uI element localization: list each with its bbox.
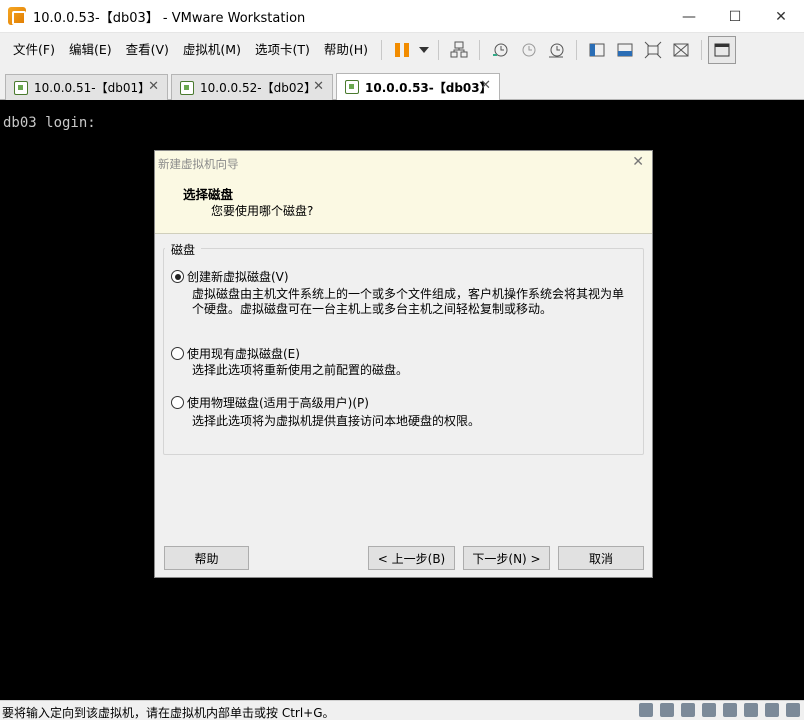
radio-button[interactable] [171,396,184,409]
tab-db02[interactable]: 10.0.0.52-【db02】 ✕ [171,74,333,100]
message-icon[interactable] [786,703,800,717]
dialog-title: 新建虚拟机向导 [158,157,239,171]
fullscreen-icon [644,41,662,58]
power-dropdown[interactable] [416,36,432,64]
full-screen-button[interactable] [639,36,667,64]
show-library-button[interactable] [583,36,611,64]
menu-edit[interactable]: 编辑(E) [62,35,119,65]
toolbar-separator [479,39,481,60]
vm-tab-bar: 10.0.0.51-【db01】 ✕ 10.0.0.52-【db02】 ✕ 10… [0,66,804,100]
vmware-app-icon [8,7,26,25]
menu-toolbar: 文件(F) 编辑(E) 查看(V) 虚拟机(M) 选项卡(T) 帮助(H) [0,33,804,66]
toolbar-separator [381,39,383,60]
snapshot-manager-button[interactable] [542,36,570,64]
vm-icon [180,80,194,95]
close-icon[interactable]: ✕ [480,78,491,93]
menu-view[interactable]: 查看(V) [119,35,176,65]
minimize-button[interactable]: — [666,0,712,33]
description-line: 选择此选项将为虚拟机提供直接访问本地硬盘的权限。 [192,414,481,428]
cd-rom-icon[interactable] [681,703,695,717]
tab-label: 10.0.0.53-【db03】 [365,80,492,95]
radio-use-physical-disk[interactable]: 使用物理磁盘(适用于高级用户)(P) [171,394,369,411]
dialog-subheading: 您要使用哪个磁盘? [211,204,314,218]
close-button[interactable]: ✕ [758,0,804,33]
close-icon[interactable]: ✕ [313,79,324,94]
console-view-button[interactable] [708,35,737,64]
disk-group-label: 磁盘 [165,241,202,258]
description-line: 虚拟磁盘由主机文件系统上的一个或多个文件组成，客户机操作系统会将其视为单 [192,287,625,301]
close-icon[interactable]: ✕ [148,79,159,94]
radio-button-checked[interactable] [171,270,184,283]
network-adapter-icon[interactable] [702,703,716,717]
snapshot-manager-icon [549,43,564,57]
pause-icon [395,42,410,57]
title-bar: 10.0.0.53-【db03】 - VMware Workstation — … [0,0,804,33]
send-ctrl-alt-del-button[interactable] [445,36,473,64]
unity-icon [673,43,689,56]
chevron-down-icon [419,46,430,53]
dialog-heading: 选择磁盘 [183,187,234,202]
toolbar-separator [701,39,703,60]
toolbar-separator [438,39,440,60]
network-icon [450,41,468,57]
cancel-button[interactable]: 取消 [558,546,644,570]
usb-icon[interactable] [723,703,737,717]
menu-tabs[interactable]: 选项卡(T) [248,35,317,65]
console-login-prompt: db03 login: [3,115,96,131]
radio-label: 使用物理磁盘(适用于高级用户)(P) [187,396,369,410]
tab-db01[interactable]: 10.0.0.51-【db01】 ✕ [5,74,168,100]
help-button[interactable]: 帮助 [164,546,249,570]
snapshot-button[interactable] [486,36,514,64]
next-button[interactable]: 下一步(N) > [463,546,550,570]
window-controls: — ☐ ✕ [666,0,804,33]
tab-db03[interactable]: 10.0.0.53-【db03】 ✕ [336,73,500,100]
radio-label: 使用现有虚拟磁盘(E) [187,347,300,361]
toolbar-separator [576,39,578,60]
option-description: 选择此选项将为虚拟机提供直接访问本地硬盘的权限。 [192,414,632,429]
printer-icon[interactable] [744,703,758,717]
radio-label: 创建新虚拟磁盘(V) [187,270,289,284]
status-bar: 要将输入定向到该虚拟机，请在虚拟机内部单击或按 Ctrl+G。 [0,700,804,720]
vm-icon [14,80,28,95]
console-view-icon [714,43,730,56]
snapshot-icon [493,43,508,56]
window-title: 10.0.0.53-【db03】 - VMware Workstation [33,10,306,26]
thumbnail-icon [617,43,633,56]
radio-create-new-disk[interactable]: 创建新虚拟磁盘(V) [171,268,289,285]
vm-icon [345,80,359,94]
thumbnail-bar-button[interactable] [611,36,639,64]
revert-snapshot-icon [522,43,536,56]
radio-use-existing-disk[interactable]: 使用现有虚拟磁盘(E) [171,345,300,362]
hard-disk-icon[interactable] [639,703,653,717]
tab-label: 10.0.0.51-【db01】 [34,81,151,95]
dialog-header: 新建虚拟机向导 ✕ 选择磁盘 您要使用哪个磁盘? [155,151,652,234]
option-description: 选择此选项将重新使用之前配置的磁盘。 [192,363,632,378]
tab-label: 10.0.0.52-【db02】 [200,81,317,95]
description-line: 选择此选项将重新使用之前配置的磁盘。 [192,363,409,377]
unity-button[interactable] [667,36,695,64]
new-vm-wizard-dialog: 新建虚拟机向导 ✕ 选择磁盘 您要使用哪个磁盘? 磁盘 创建新虚拟磁盘(V) 虚… [154,150,653,578]
menu-file[interactable]: 文件(F) [6,35,62,65]
menu-vm[interactable]: 虚拟机(M) [176,35,248,65]
maximize-button[interactable]: ☐ [712,0,758,33]
device-status-icons [639,703,800,717]
sidebar-icon [589,43,605,56]
back-button[interactable]: < 上一步(B) [368,546,455,570]
status-message: 要将输入定向到该虚拟机，请在虚拟机内部单击或按 Ctrl+G。 [2,706,335,720]
hard-disk-icon[interactable] [660,703,674,717]
pause-button[interactable] [388,36,416,64]
radio-button[interactable] [171,347,184,360]
close-icon[interactable]: ✕ [632,154,644,170]
revert-snapshot-button[interactable] [514,36,542,64]
description-line: 个硬盘。虚拟磁盘可在一台主机上或多台主机之间轻松复制或移动。 [192,302,553,316]
display-icon[interactable] [765,703,779,717]
menu-help[interactable]: 帮助(H) [317,35,375,65]
option-description: 虚拟磁盘由主机文件系统上的一个或多个文件组成，客户机操作系统会将其视为单 个硬盘… [192,287,632,317]
